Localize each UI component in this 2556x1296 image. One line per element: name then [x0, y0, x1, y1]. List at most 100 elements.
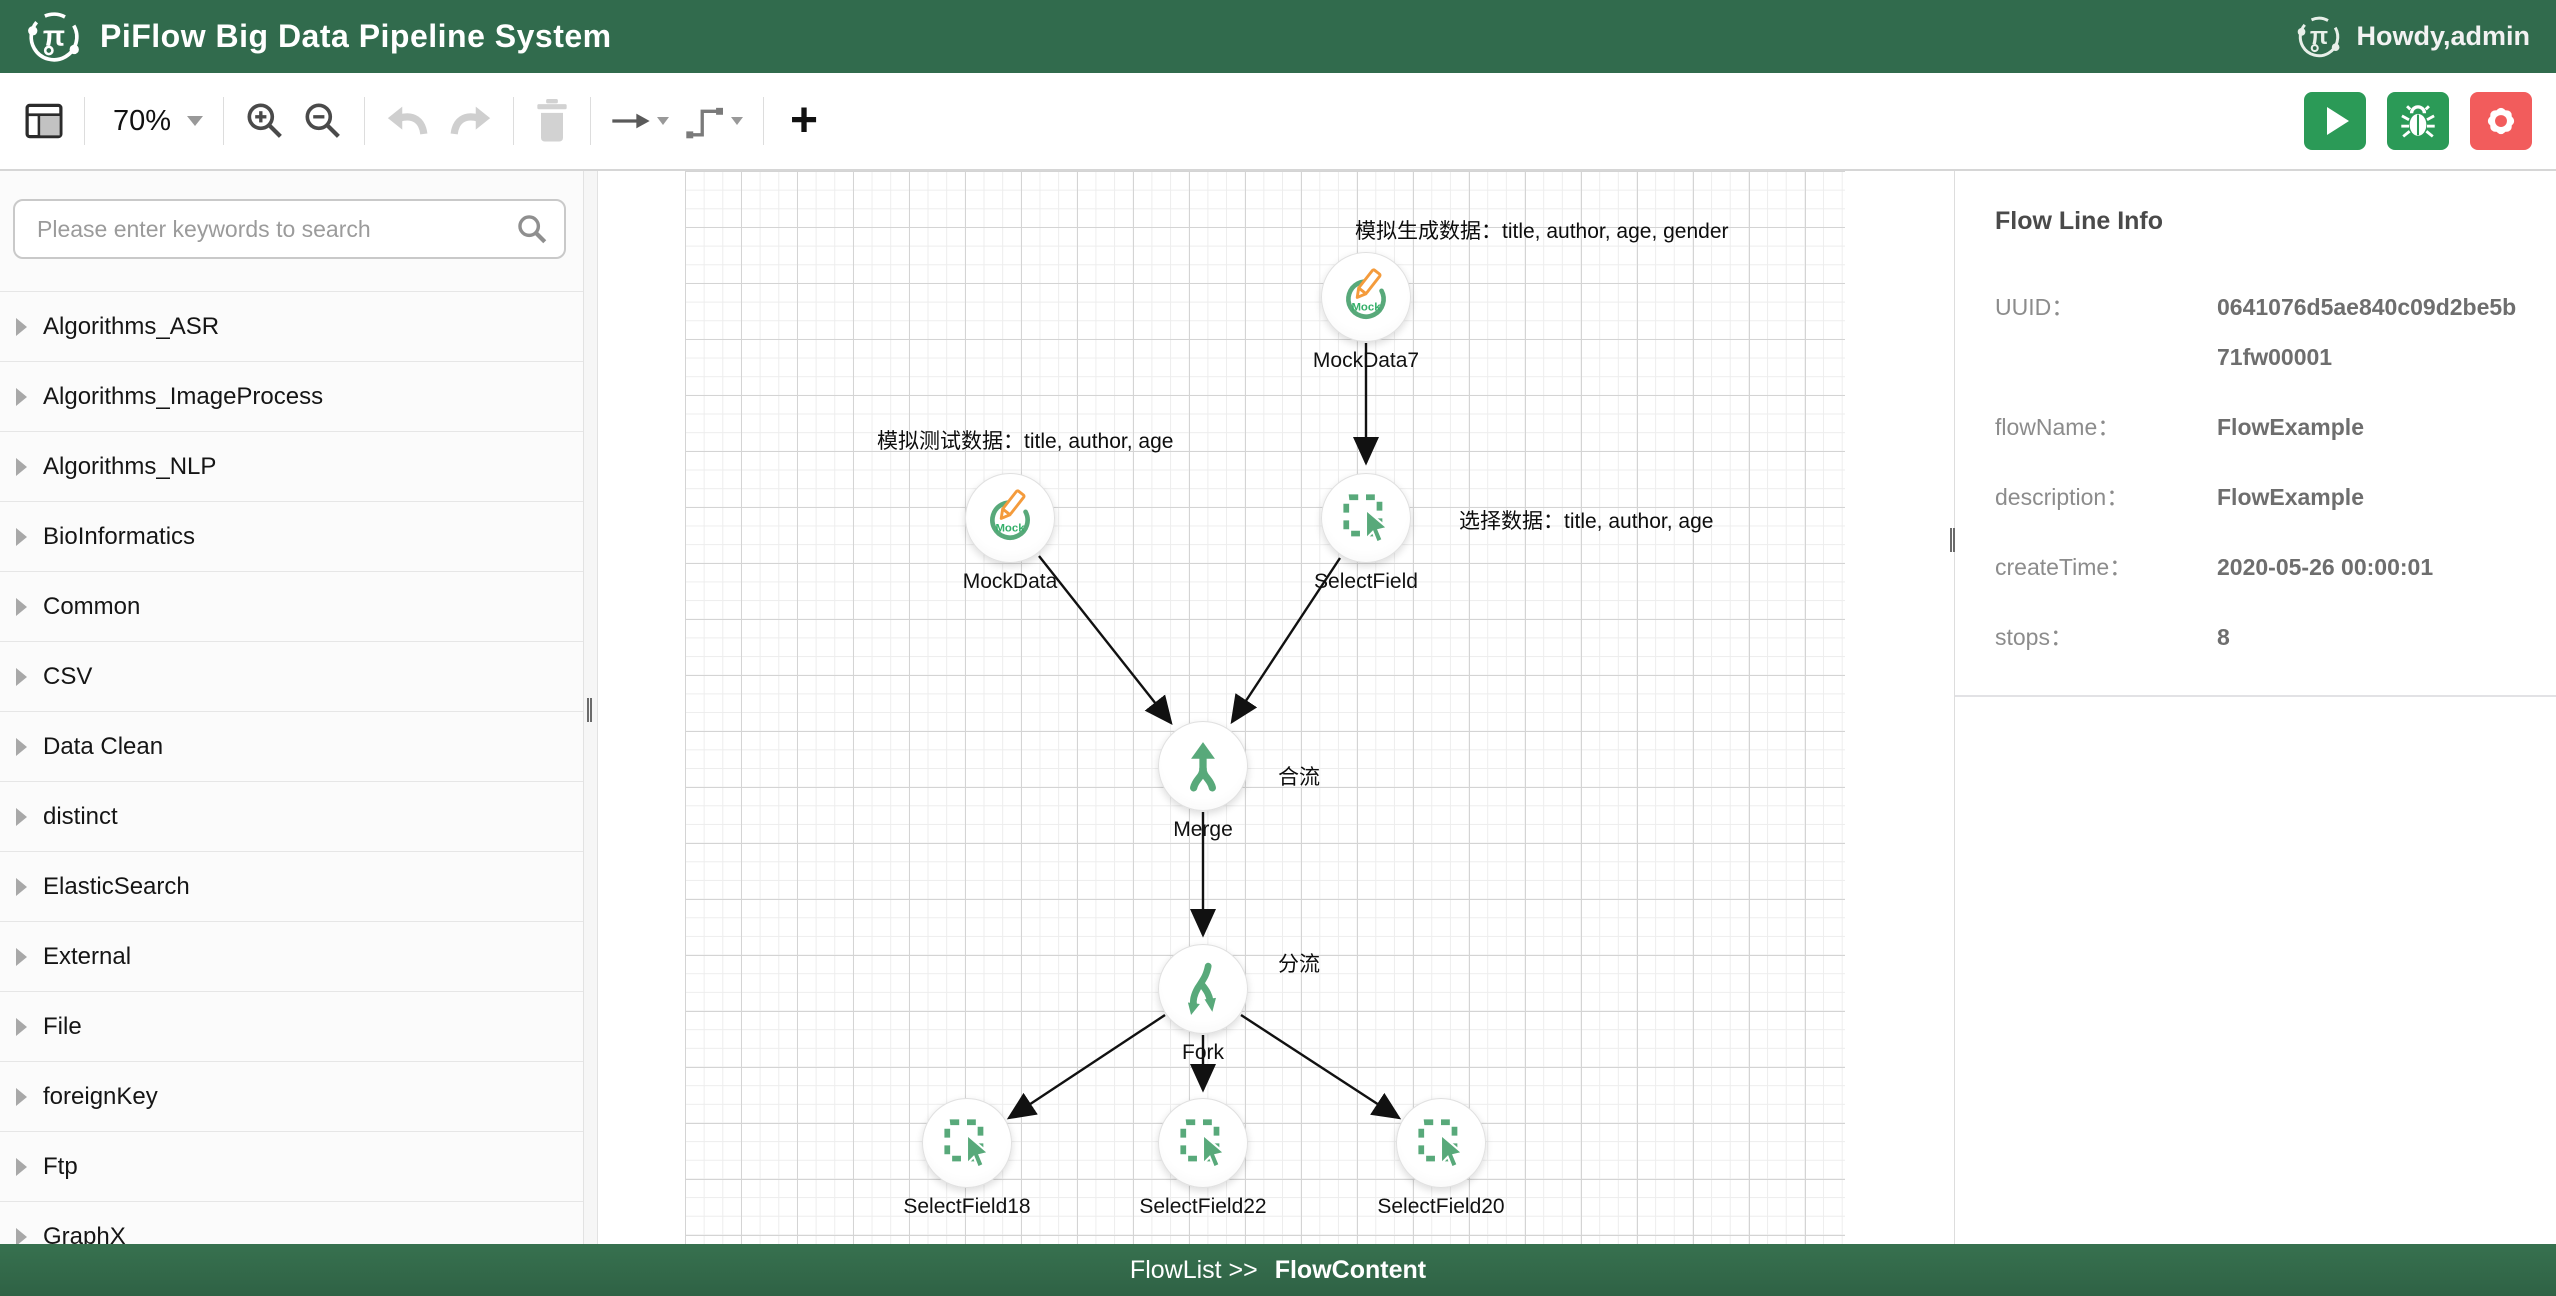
plus-icon: + — [790, 94, 819, 147]
canvas-annotation[interactable]: 合流 — [1278, 761, 1320, 791]
search-icon[interactable] — [515, 212, 549, 246]
breadcrumb-current: FlowContent — [1274, 1255, 1427, 1284]
toolbar-separator — [364, 97, 366, 145]
sidebar-group-ftp[interactable]: Ftp — [0, 1131, 583, 1201]
info-value: 2020-05-26 00:00:01 — [2217, 554, 2434, 580]
mock-data-icon: Mock — [1346, 268, 1386, 320]
sidebar-scrollbar[interactable] — [583, 171, 598, 1296]
toolbar-separator — [84, 97, 85, 145]
caret-right-icon — [16, 667, 27, 686]
info-row: flowName： FlowExample — [1995, 402, 2556, 452]
canvas-annotation[interactable]: 模拟测试数据：title, author, age — [877, 425, 1173, 455]
delete-icon[interactable] — [534, 99, 570, 143]
node-label: Merge — [1173, 818, 1233, 841]
layout-panels-icon[interactable] — [24, 102, 64, 140]
flow-node-merge[interactable] — [1158, 721, 1248, 811]
user-greeting[interactable]: Howdy,admin — [2356, 21, 2530, 52]
flow-node-selectfield20[interactable] — [1396, 1098, 1486, 1188]
gear-icon — [2487, 107, 2515, 135]
zoom-in-button[interactable] — [244, 100, 286, 142]
group-label: BioInformatics — [43, 522, 196, 550]
flow-edge[interactable] — [1006, 1013, 1166, 1120]
zoom-out-button[interactable] — [302, 100, 344, 142]
add-stop-button[interactable]: + — [784, 97, 818, 145]
node-label: MockData — [962, 570, 1058, 593]
group-label: distinct — [43, 802, 118, 830]
undo-button[interactable] — [385, 103, 431, 139]
caret-right-icon — [16, 1087, 27, 1106]
group-label: Data Clean — [43, 732, 164, 760]
settings-button[interactable] — [2470, 92, 2532, 150]
flow-node-mockdata[interactable]: Mock — [965, 473, 1055, 563]
flow-canvas[interactable]: Mock MockData7 Mock MockData SelectField… — [598, 171, 1954, 1296]
edge-style-dropdown[interactable] — [611, 106, 670, 136]
info-row: UUID： 0641076d5ae840c09d2be5b71fw00001 — [1995, 282, 2556, 382]
sidebar-group-common[interactable]: Common — [0, 571, 583, 641]
group-label: Algorithms_ImageProcess — [43, 382, 324, 410]
edge-layer — [1006, 343, 1402, 1120]
node-label: SelectField22 — [1139, 1195, 1267, 1218]
group-label: File — [43, 1012, 82, 1040]
caret-right-icon — [16, 527, 27, 546]
caret-right-icon — [16, 877, 27, 896]
connector-style-dropdown[interactable] — [685, 103, 744, 139]
chevron-down-icon — [731, 117, 744, 125]
canvas-annotation[interactable]: 模拟生成数据：title, author, age, gender — [1355, 215, 1729, 245]
search-input[interactable] — [13, 199, 566, 259]
caret-right-icon — [16, 317, 27, 336]
play-icon — [2326, 107, 2349, 135]
sidebar-group-file[interactable]: File — [0, 991, 583, 1061]
flow-node-fork[interactable] — [1158, 944, 1248, 1034]
sidebar-group-csv[interactable]: CSV — [0, 641, 583, 711]
flow-node-selectfield[interactable] — [1321, 473, 1411, 563]
sidebar-group-bioinformatics[interactable]: BioInformatics — [0, 501, 583, 571]
info-label: createTime： — [1995, 554, 2133, 580]
svg-text:Mock: Mock — [995, 522, 1025, 534]
info-row: createTime： 2020-05-26 00:00:01 — [1995, 542, 2556, 592]
info-label: flowName： — [1995, 414, 2121, 440]
sidebar-group-data-clean[interactable]: Data Clean — [0, 711, 583, 781]
run-flow-button[interactable] — [2304, 92, 2366, 150]
node-label: SelectField18 — [903, 1195, 1031, 1218]
select-field-icon — [944, 1119, 991, 1169]
canvas-annotation[interactable]: 分流 — [1278, 948, 1320, 978]
sidebar-group-algorithms-imageprocess[interactable]: Algorithms_ImageProcess — [0, 361, 583, 431]
group-label: External — [43, 942, 132, 970]
node-label: SelectField — [1314, 570, 1418, 593]
canvas-annotation[interactable]: 选择数据：title, author, age — [1459, 505, 1713, 535]
flow-node-selectfield18[interactable] — [922, 1098, 1012, 1188]
sidebar-group-distinct[interactable]: distinct — [0, 781, 583, 851]
debug-flow-button[interactable] — [2387, 92, 2449, 150]
group-label: Common — [43, 592, 141, 620]
flow-edge[interactable] — [1240, 1013, 1402, 1120]
caret-right-icon — [16, 457, 27, 476]
sidebar-group-foreignkey[interactable]: foreignKey — [0, 1061, 583, 1131]
flow-info-panel: Flow Line Info UUID： 0641076d5ae840c09d2b… — [1954, 171, 2556, 1296]
toolbar-separator — [590, 97, 592, 145]
group-label: Algorithms_NLP — [43, 452, 217, 480]
right-splitter-handle[interactable] — [1950, 528, 1955, 552]
info-label: description： — [1995, 484, 2130, 510]
fork-icon — [1187, 962, 1216, 1015]
footer-bar: FlowList >> FlowContent — [0, 1244, 2556, 1296]
group-label: Algorithms_ASR — [43, 312, 220, 340]
caret-right-icon — [16, 737, 27, 756]
flow-node-selectfield22[interactable] — [1158, 1098, 1248, 1188]
group-label: ElasticSearch — [43, 872, 190, 900]
redo-button[interactable] — [447, 103, 493, 139]
user-avatar[interactable]: π — [2296, 14, 2342, 60]
caret-right-icon — [16, 807, 27, 826]
left-splitter-handle[interactable] — [587, 698, 592, 722]
sidebar-group-elasticsearch[interactable]: ElasticSearch — [0, 851, 583, 921]
zoom-level-dropdown[interactable]: 70% — [105, 105, 204, 138]
sidebar-group-external[interactable]: External — [0, 921, 583, 991]
sidebar-group-algorithms-asr[interactable]: Algorithms_ASR — [0, 291, 583, 361]
flow-node-mockdata7[interactable]: Mock — [1321, 252, 1411, 342]
sidebar-group-algorithms-nlp[interactable]: Algorithms_NLP — [0, 431, 583, 501]
breadcrumb-flowlist-link[interactable]: FlowList >> — [1130, 1256, 1258, 1284]
info-value: 8 — [2217, 624, 2230, 650]
mock-data-icon: Mock — [990, 489, 1030, 541]
info-value: FlowExample — [2217, 414, 2364, 440]
panel-title: Flow Line Info — [1995, 207, 2164, 235]
stop-group-list: Algorithms_ASR Algorithms_ImageProcess Alg… — [0, 291, 583, 1271]
